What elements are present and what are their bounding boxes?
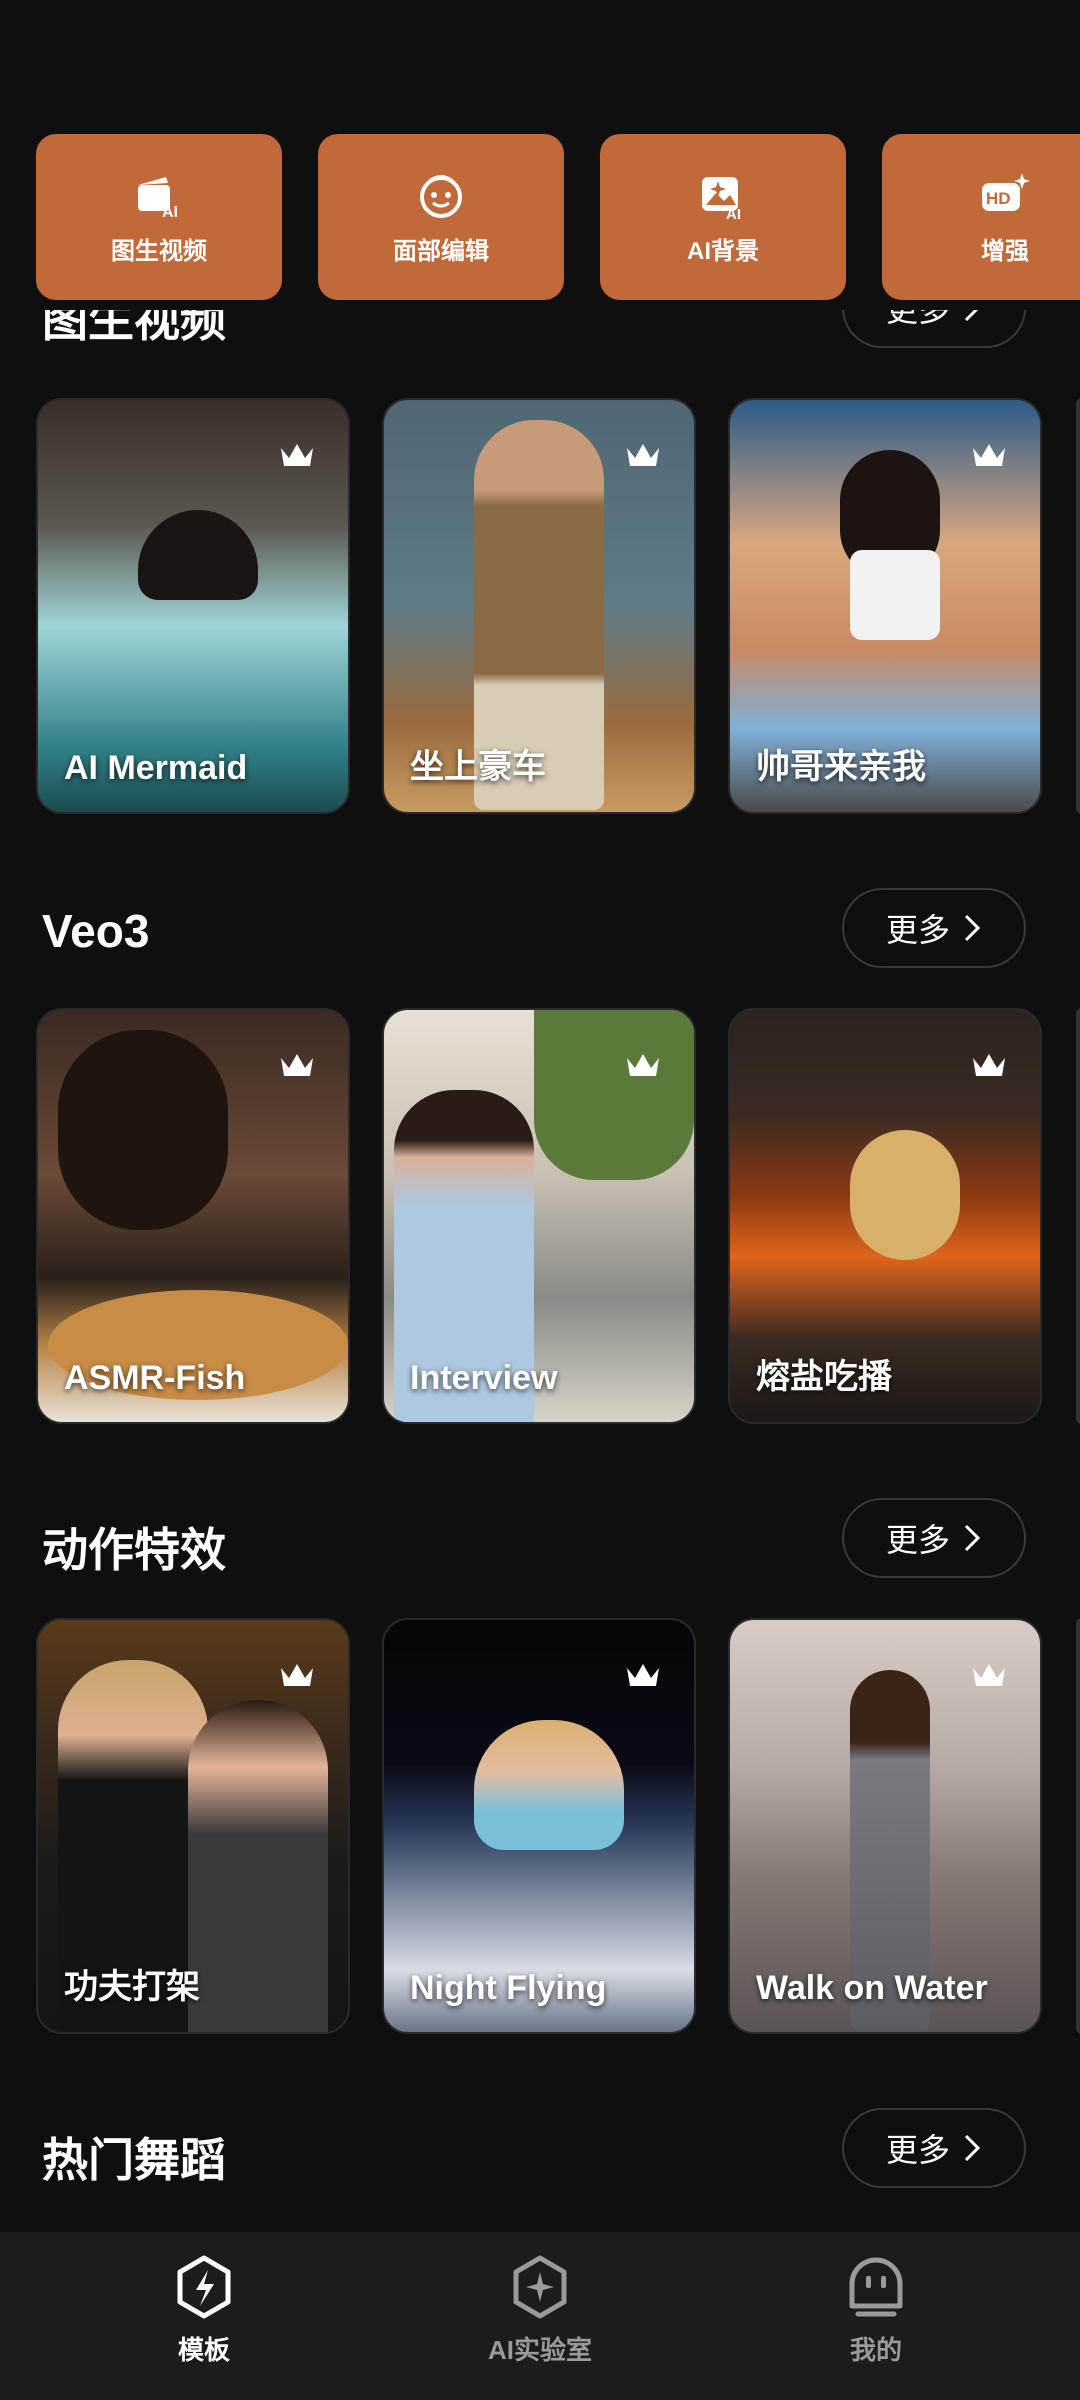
card-title: 熔盐吃播 [756,1358,892,1396]
card-title: 功夫打架 [64,1968,200,2006]
crown-icon [281,1054,313,1076]
card-title: ASMR-Fish [64,1359,246,1397]
card-figure [138,510,258,600]
tool-image-to-video[interactable]: AI 图生视频 [36,134,282,300]
section-title: 热门舞蹈 [42,2134,226,2186]
card-row: 功夫打架 Night Flying Walk on Water [36,1618,1080,2036]
template-card[interactable]: Interview [382,1008,696,1424]
svg-text:AI: AI [726,206,741,223]
crown-icon [973,444,1005,466]
more-label: 更多 [885,1522,950,1558]
svg-text:AI: AI [162,204,178,221]
hd-enhance-icon: HD [982,172,1030,211]
card-row: AI Mermaid 坐上豪车 帅哥来亲我 [36,398,1080,816]
template-card[interactable]: 功夫打架 [36,1618,350,2034]
crown-icon [973,1664,1005,1686]
crown-icon [627,444,659,466]
card-title: 坐上豪车 [410,748,546,786]
tool-label: 图生视频 [111,237,207,265]
card-figure [474,1720,624,1850]
more-button[interactable]: 更多 [842,1498,1026,1578]
card-title: Night Flying [410,1969,607,2007]
more-button[interactable]: 更多 [842,2108,1026,2188]
chevron-right-icon [964,1524,981,1552]
nav-item-ai-lab[interactable]: AI实验室 [440,2254,640,2367]
card-figure [58,1030,228,1230]
crown-icon [281,444,313,466]
bottom-nav: 模板 AI实验室 我的 [0,2232,1080,2400]
card-title: 帅哥来亲我 [756,748,926,786]
quick-tools-bar: AI 图生视频 面部编辑 AI AI背景 HD 增强 [0,0,1080,310]
nav-label: AI实验室 [487,2335,592,2365]
face-edit-icon [420,174,462,218]
next-card-peek [1076,1008,1080,1424]
section-header: 热门舞蹈 更多 [42,2108,1038,2192]
card-title: AI Mermaid [64,749,248,787]
card-figure [188,1700,328,2032]
card-row: ASMR-Fish Interview 熔盐吃播 [36,1008,1080,1426]
section-header: Veo3 更多 [42,888,1038,972]
template-card[interactable]: ASMR-Fish [36,1008,350,1424]
chevron-right-icon [964,914,981,942]
card-title: Interview [410,1359,558,1397]
tool-label: 面部编辑 [393,237,489,265]
nav-label: 模板 [177,2335,230,2365]
section-title: Veo3 [42,905,150,957]
template-card[interactable]: 熔盐吃播 [728,1008,1042,1424]
profile-icon [849,2257,903,2317]
tool-hd-enhance[interactable]: HD 增强 [882,134,1080,300]
template-card[interactable]: 坐上豪车 [382,398,696,814]
more-label: 更多 [885,912,950,948]
ai-lab-icon [513,2255,567,2319]
nav-item-profile[interactable]: 我的 [776,2254,976,2367]
section-title: 动作特效 [42,1524,226,1576]
template-card[interactable]: AI Mermaid [36,398,350,814]
crown-icon [627,1664,659,1686]
next-card-peek [1076,1618,1080,2034]
more-label: 更多 [885,2132,950,2168]
tool-label: AI背景 [687,237,759,265]
nav-label: 我的 [849,2335,902,2365]
tool-label: 增强 [981,237,1029,265]
template-card[interactable]: Walk on Water [728,1618,1042,2034]
image-to-video-icon: AI [138,176,178,221]
template-card[interactable]: Night Flying [382,1618,696,2034]
tool-face-edit[interactable]: 面部编辑 [318,134,564,300]
card-title: Walk on Water [756,1969,988,2007]
template-card[interactable]: 帅哥来亲我 [728,398,1042,814]
chevron-right-icon [964,2134,981,2162]
card-figure [850,1130,960,1260]
more-button[interactable]: 更多 [842,888,1026,968]
crown-icon [281,1664,313,1686]
template-icon [177,2255,231,2319]
crown-icon [627,1054,659,1076]
card-figure [850,550,940,640]
next-card-peek [1076,398,1080,814]
tool-ai-background[interactable]: AI AI背景 [600,134,846,300]
nav-item-templates[interactable]: 模板 [104,2254,304,2367]
crown-icon [973,1054,1005,1076]
ai-background-icon: AI [702,176,741,223]
svg-text:HD: HD [986,189,1011,208]
section-header: 动作特效 更多 [42,1498,1038,1582]
card-figure [534,1010,694,1180]
